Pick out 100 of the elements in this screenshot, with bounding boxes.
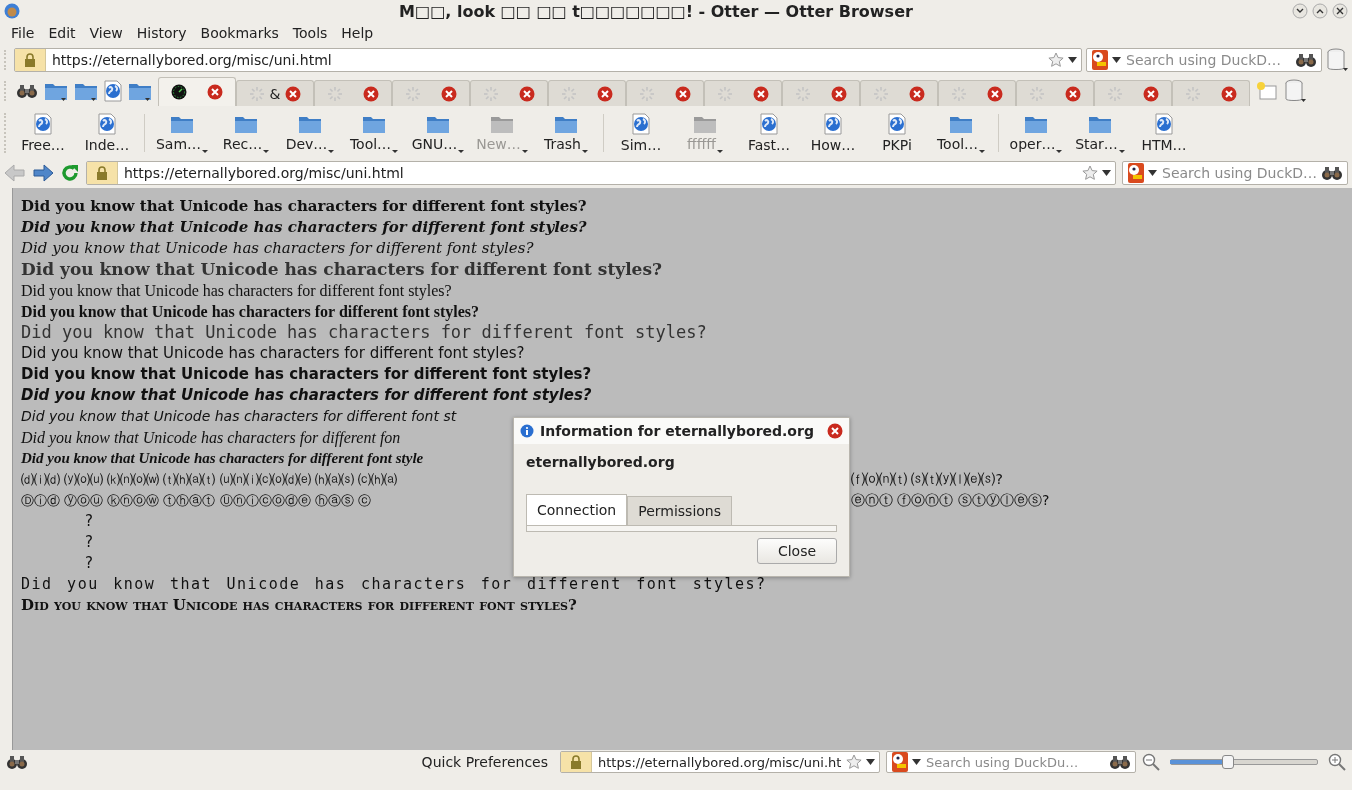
bookmark-item[interactable]: oper… [1005, 113, 1067, 153]
duck-logo-icon[interactable] [1127, 162, 1145, 184]
caret-icon[interactable] [912, 759, 921, 765]
slider-thumb[interactable] [1221, 755, 1234, 769]
globe-page-icon[interactable] [34, 113, 52, 135]
menu-item[interactable]: Edit [41, 25, 83, 41]
tab-close-icon[interactable] [207, 84, 223, 100]
bookmark-item[interactable]: Fast… [738, 113, 800, 153]
bookmark-item[interactable]: Tool… [930, 113, 992, 153]
page-text: ⓔⓝⓣ ⓕⓞⓝⓣ ⓢⓣⓨⓛⓔⓢ? [851, 491, 1050, 510]
zoom-out-icon[interactable] [1142, 753, 1160, 771]
menu-item[interactable]: View [82, 25, 130, 41]
bookmark-item[interactable]: Tool… [343, 113, 405, 153]
bookmark-item[interactable]: Rec… [215, 113, 277, 153]
address-field[interactable]: https://eternallybored.org/misc/uni.html [14, 48, 1082, 72]
bookmark-item[interactable]: HTM… [1133, 113, 1195, 153]
tab-close-icon[interactable] [831, 85, 847, 102]
dialog-tab[interactable]: Connection [526, 494, 628, 525]
globe-page-icon[interactable] [824, 113, 842, 135]
caret-icon[interactable] [1102, 170, 1111, 176]
zoom-in-icon[interactable] [1328, 753, 1346, 771]
tab-close-icon[interactable] [909, 85, 925, 102]
star-icon[interactable] [846, 754, 862, 770]
tab-close-icon[interactable] [441, 85, 457, 102]
folder-icon[interactable] [74, 81, 98, 101]
bookmark-item[interactable]: PKPi [866, 113, 928, 153]
globe-page-icon[interactable] [1155, 113, 1173, 135]
bookmark-item[interactable]: Dev… [279, 113, 341, 153]
globe-page-icon[interactable] [888, 113, 906, 135]
tab-close-icon[interactable] [363, 85, 379, 102]
zoom-slider[interactable] [1170, 754, 1318, 770]
address-field[interactable]: https://eternallybored.org/misc/uni.html [86, 161, 1116, 185]
trash-can-icon[interactable] [1284, 79, 1306, 103]
tab-close-icon[interactable] [285, 85, 301, 102]
address-field[interactable]: https://eternallybored.org/misc/uni.ht [560, 751, 880, 773]
search-field[interactable]: Search using DuckD… [1122, 161, 1348, 185]
binoculars-icon[interactable] [1295, 52, 1317, 68]
globe-page-icon[interactable] [632, 113, 650, 135]
bookmark-item[interactable]: Trash [535, 113, 597, 153]
tab-close-icon[interactable] [519, 85, 535, 102]
binoculars-icon[interactable] [1109, 754, 1131, 770]
bookmark-item[interactable]: Star… [1069, 113, 1131, 153]
caret-icon[interactable] [866, 759, 875, 765]
bookmark-item[interactable]: Sim… [610, 113, 672, 153]
reload-icon[interactable] [60, 163, 80, 183]
caret-icon[interactable] [1068, 57, 1077, 63]
globe-page-icon[interactable] [760, 113, 778, 135]
page-text: Did you know that Unicode has characters for different font style [21, 449, 424, 468]
dialog-title: Information for eternallybored.org [540, 423, 815, 439]
menu-item[interactable]: Bookmarks [193, 25, 286, 41]
caret-icon[interactable] [1112, 57, 1121, 63]
bookmark-item[interactable]: Sam… [151, 113, 213, 153]
close-button[interactable]: Close [757, 538, 837, 564]
trash-can-icon[interactable] [1326, 48, 1348, 72]
folder-icon[interactable] [44, 81, 68, 101]
page-text: ? [85, 532, 93, 553]
menu-item[interactable]: Tools [285, 25, 335, 41]
tab-title: & [269, 85, 281, 102]
page-text: Did you know that Unicode has characters for different font styles? [21, 302, 480, 322]
forward-arrow-icon[interactable] [32, 163, 54, 183]
bookmark-item[interactable]: How… [802, 113, 864, 153]
page-text: Did you know that Unicode has characters for different font st [21, 407, 457, 426]
duck-logo-icon[interactable] [891, 751, 909, 773]
binoculars-icon[interactable] [1321, 165, 1343, 181]
page-text: Did you know that Unicode has characters for different fon [21, 428, 401, 448]
maximize-icon[interactable] [1312, 3, 1328, 19]
globe-page-icon[interactable] [98, 113, 116, 135]
close-icon[interactable] [1332, 3, 1348, 19]
globe-page-icon[interactable] [104, 80, 122, 102]
star-icon[interactable] [1082, 165, 1098, 181]
star-icon[interactable] [1048, 52, 1064, 68]
tab-close-icon[interactable] [597, 85, 613, 102]
menu-item[interactable]: Help [334, 25, 381, 41]
menu-item[interactable]: File [4, 25, 42, 41]
minimize-icon[interactable] [1292, 3, 1308, 19]
caret-icon[interactable] [1148, 170, 1157, 176]
search-field[interactable]: Search using DuckDu… [886, 751, 1136, 773]
tab-close-icon[interactable] [675, 85, 691, 102]
duck-logo-icon[interactable] [1091, 49, 1109, 71]
browser-tab[interactable] [158, 77, 236, 106]
browser-tab[interactable]: & [236, 80, 314, 106]
binoculars-icon[interactable] [6, 754, 28, 770]
tab-close-icon[interactable] [987, 85, 1003, 102]
tab-close-icon[interactable] [1221, 85, 1237, 102]
bookmark-item[interactable]: Free… [12, 113, 74, 153]
page-text: ? [85, 511, 93, 532]
folder-icon[interactable] [128, 81, 152, 101]
search-field[interactable]: Search using DuckD… [1086, 48, 1322, 72]
page-text: Did you know that Unicode has characters for different font styles? [21, 281, 452, 301]
lock-icon [96, 166, 108, 180]
menu-item[interactable]: History [129, 25, 194, 41]
tab-close-icon[interactable] [1143, 85, 1159, 102]
bookmark-item[interactable]: GNU… [407, 113, 469, 153]
bookmark-item[interactable]: Inde… [76, 113, 138, 153]
binoculars-icon[interactable] [16, 83, 38, 99]
tab-close-icon[interactable] [753, 85, 769, 102]
close-icon[interactable] [827, 423, 843, 439]
tab-close-icon[interactable] [1065, 85, 1081, 102]
lock-icon [570, 755, 582, 769]
dialog-tab[interactable]: Permissions [627, 496, 733, 525]
